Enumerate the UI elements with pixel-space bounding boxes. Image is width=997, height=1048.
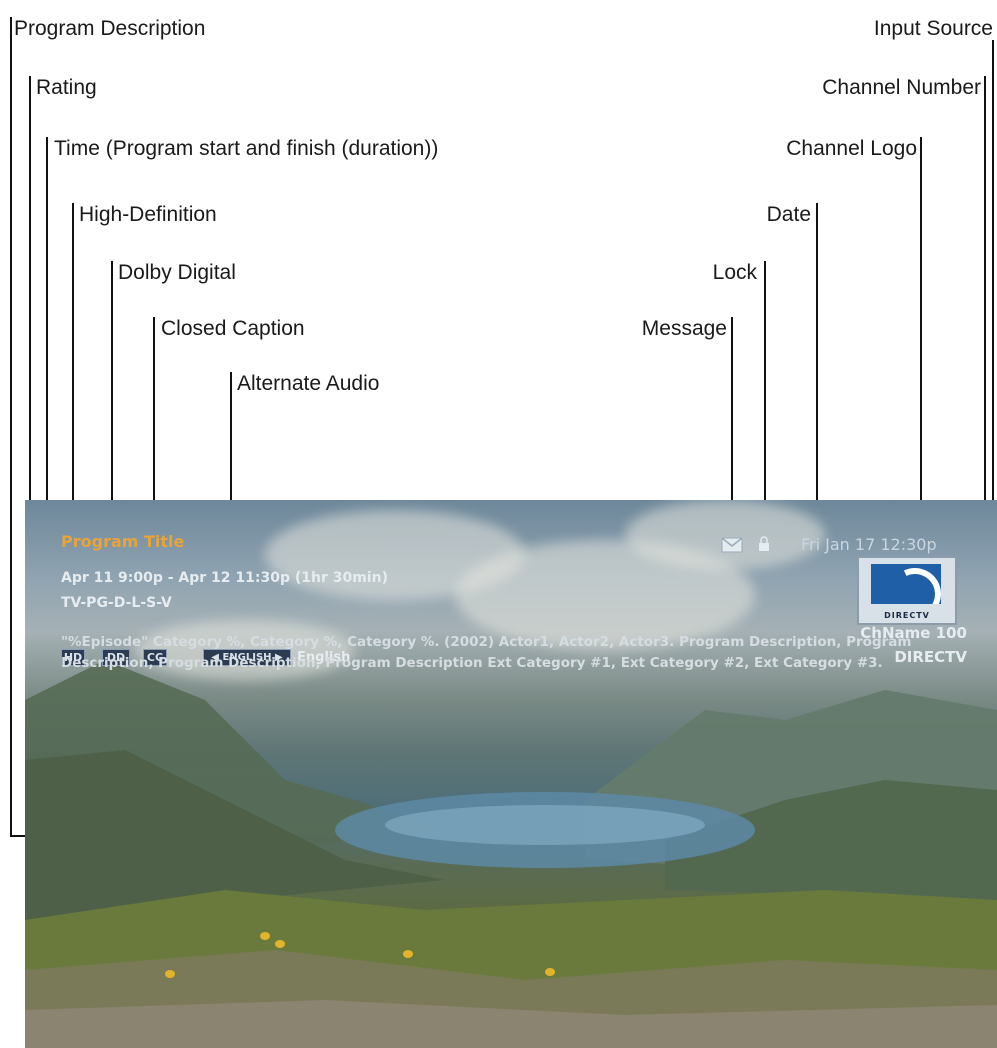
callout-channel-logo: Channel Logo [786, 137, 917, 160]
flower [403, 950, 413, 958]
flower [275, 940, 285, 948]
date-time: Fri Jan 17 12:30p [801, 535, 937, 554]
callout-date: Date [766, 203, 811, 226]
lock-icon [759, 536, 769, 551]
program-title: Program Title [61, 532, 185, 551]
callout-message: Message [641, 317, 727, 340]
callout-high-definition: High-Definition [79, 203, 217, 226]
leader-date [816, 203, 818, 528]
tv-screen: Program Title Apr 11 9:00p - Apr 12 11:3… [25, 500, 997, 1048]
callout-lock: Lock [712, 261, 757, 284]
callout-time: Time (Program start and finish (duration… [54, 137, 439, 160]
flower [545, 968, 555, 976]
leader-program-description [10, 17, 12, 837]
program-description: "%Episode" Category %, Category %, Categ… [61, 634, 912, 671]
logo-text: DIRECTV [884, 611, 930, 620]
callout-input-source: Input Source [873, 17, 993, 40]
callout-channel-number: Channel Number [822, 76, 981, 99]
callout-closed-caption: Closed Caption [161, 317, 305, 340]
flower [165, 970, 175, 978]
callout-alternate-audio: Alternate Audio [237, 372, 380, 395]
channel-logo: DIRECTV [857, 556, 957, 625]
callout-rating: Rating [36, 76, 97, 99]
message-icon [721, 537, 743, 553]
leader-channel-logo [920, 137, 922, 559]
program-rating: TV-PG-D-L-S-V [61, 595, 172, 611]
logo-swoosh [881, 564, 941, 604]
flower [260, 932, 270, 940]
program-time: Apr 11 9:00p - Apr 12 11:30p (1hr 30min) [61, 570, 388, 586]
logo-emblem [871, 564, 941, 604]
callout-program-description: Program Description [14, 17, 206, 40]
callout-dolby-digital: Dolby Digital [118, 261, 236, 284]
